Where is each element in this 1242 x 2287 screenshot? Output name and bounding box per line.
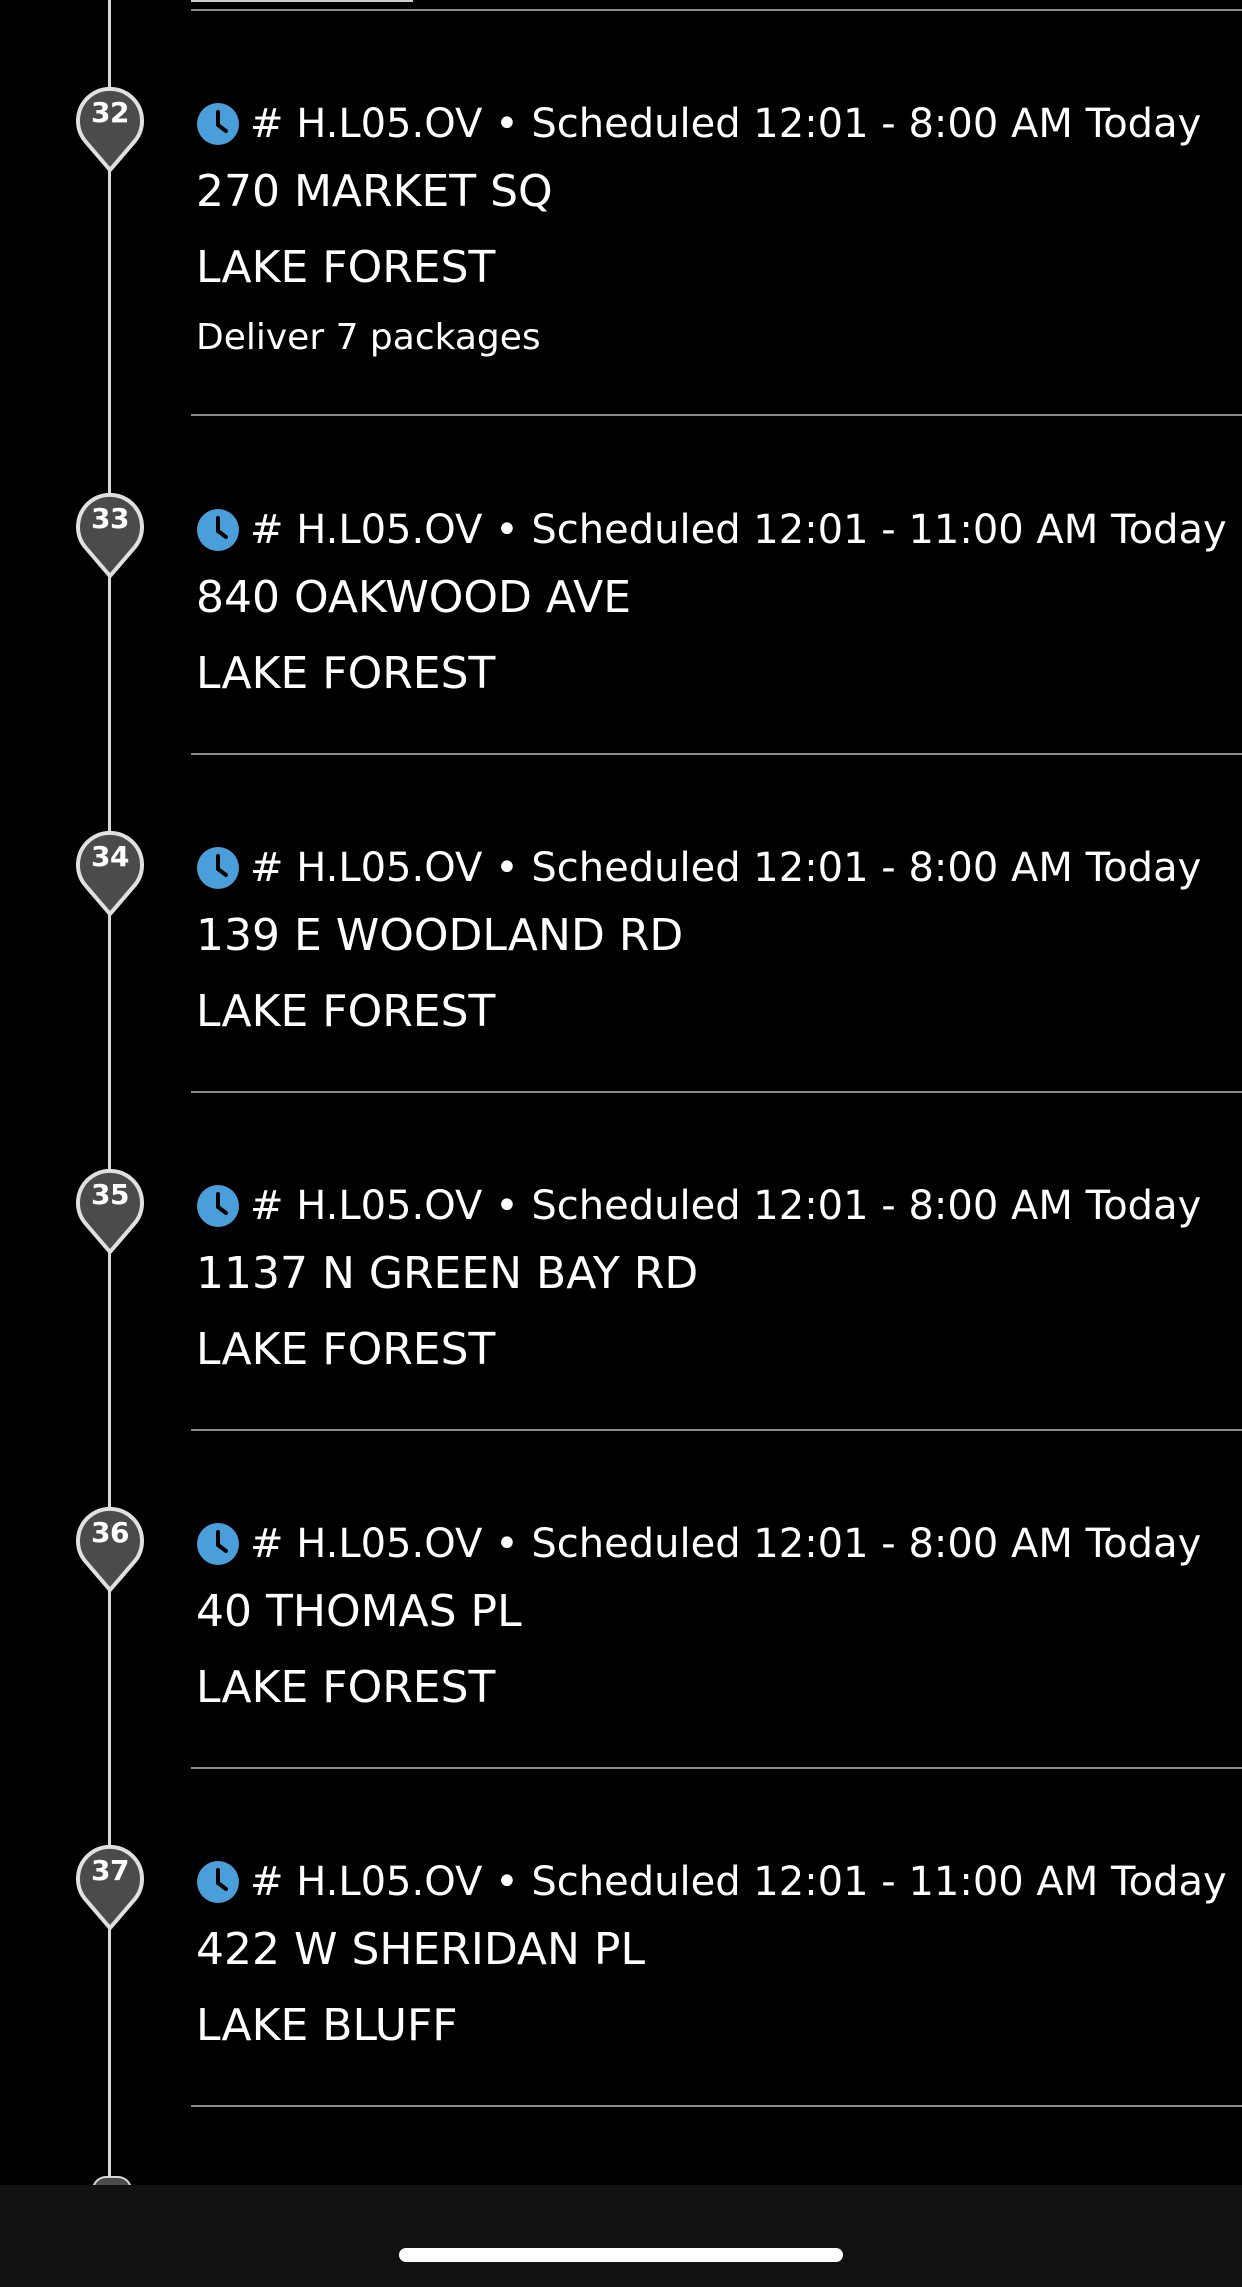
schedule-text: # H.L05.OV • Scheduled 12:01 - 8:00 AM T… [250,101,1202,147]
schedule-row: # H.L05.OV • Scheduled 12:01 - 8:00 AM T… [196,844,1201,892]
stop-address: 422 W SHERIDAN PL [196,1924,645,1975]
clock-icon [197,847,239,889]
stop-item-37[interactable]: 37 # H.L05.OV • Scheduled 12:01 - 11:00 … [0,1842,1242,2180]
stop-number: 32 [91,96,129,129]
stop-address: 270 MARKET SQ [196,166,553,217]
clock-icon [197,1185,239,1227]
previous-item-fragment [191,0,413,2]
map-pin-icon: 35 [76,1166,144,1254]
stop-city: LAKE FOREST [196,242,496,293]
schedule-text: # H.L05.OV • Scheduled 12:01 - 11:00 AM … [250,1859,1227,1905]
stop-number: 35 [91,1178,129,1211]
stop-item-35[interactable]: 35 # H.L05.OV • Scheduled 12:01 - 8:00 A… [0,1166,1242,1504]
schedule-text: # H.L05.OV • Scheduled 12:01 - 11:00 AM … [250,507,1227,553]
schedule-row: # H.L05.OV • Scheduled 12:01 - 8:00 AM T… [196,1520,1201,1568]
list-divider [191,753,1242,755]
list-divider [191,1767,1242,1769]
clock-icon [197,103,239,145]
schedule-text: # H.L05.OV • Scheduled 12:01 - 8:00 AM T… [250,845,1202,891]
schedule-row: # H.L05.OV • Scheduled 12:01 - 11:00 AM … [196,1858,1227,1906]
map-pin-icon: 34 [76,828,144,916]
stop-city: LAKE FOREST [196,648,496,699]
stop-number: 37 [91,1854,129,1887]
stop-item-32[interactable]: 32 # H.L05.OV • Scheduled 12:01 - 8:00 A… [0,84,1242,422]
list-divider [191,9,1242,11]
clock-icon [197,509,239,551]
schedule-row: # H.L05.OV • Scheduled 12:01 - 11:00 AM … [196,506,1227,554]
stop-item-34[interactable]: 34 # H.L05.OV • Scheduled 12:01 - 8:00 A… [0,828,1242,1166]
stop-number: 34 [91,840,129,873]
list-divider [191,1091,1242,1093]
map-pin-icon: 36 [76,1504,144,1592]
map-pin-icon: 32 [76,84,144,172]
stop-city: LAKE FOREST [196,1324,496,1375]
stop-item-33[interactable]: 33 # H.L05.OV • Scheduled 12:01 - 11:00 … [0,490,1242,828]
list-divider [191,414,1242,416]
stop-city: LAKE BLUFF [196,2000,458,2051]
schedule-text: # H.L05.OV • Scheduled 12:01 - 8:00 AM T… [250,1183,1202,1229]
stop-address: 139 E WOODLAND RD [196,910,684,961]
stop-list-screen: 32 # H.L05.OV • Scheduled 12:01 - 8:00 A… [0,0,1242,2287]
home-bar-area [0,2185,1242,2287]
stop-number: 36 [91,1516,129,1549]
stop-city: LAKE FOREST [196,1662,496,1713]
map-pin-icon: 37 [76,1842,144,1930]
delivery-note: Deliver 7 packages [196,317,541,358]
stop-address: 840 OAKWOOD AVE [196,572,632,623]
map-pin-icon: 33 [76,490,144,578]
schedule-row: # H.L05.OV • Scheduled 12:01 - 8:00 AM T… [196,1182,1201,1230]
home-indicator[interactable] [399,2248,843,2262]
stop-number: 33 [91,502,129,535]
schedule-row: # H.L05.OV • Scheduled 12:01 - 8:00 AM T… [196,100,1201,148]
stop-item-36[interactable]: 36 # H.L05.OV • Scheduled 12:01 - 8:00 A… [0,1504,1242,1842]
list-divider [191,2105,1242,2107]
list-divider [191,1429,1242,1431]
schedule-text: # H.L05.OV • Scheduled 12:01 - 8:00 AM T… [250,1521,1202,1567]
clock-icon [197,1523,239,1565]
stop-address: 1137 N GREEN BAY RD [196,1248,699,1299]
stop-address: 40 THOMAS PL [196,1586,522,1637]
clock-icon [197,1861,239,1903]
stop-city: LAKE FOREST [196,986,496,1037]
